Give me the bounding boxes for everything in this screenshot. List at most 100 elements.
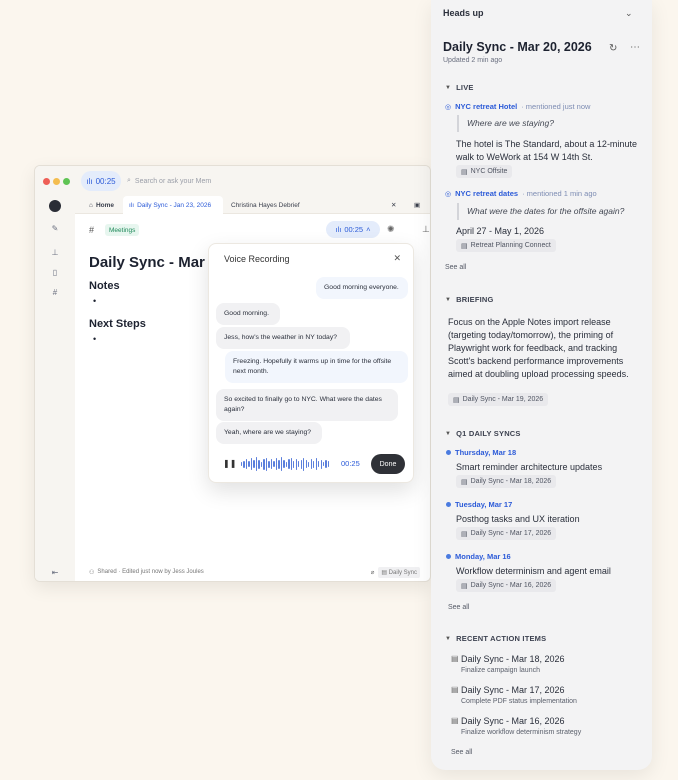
page-title[interactable]: Daily Sync - Mar 20 [89,254,226,271]
pause-icon[interactable]: ❚❚ [223,459,236,468]
source-chip-label: Daily Sync - Mar 19, 2026 [462,396,544,403]
waveform-bar [250,458,253,470]
timeline-dot [446,450,451,455]
recording-time: 00:25 [344,225,364,234]
document-icon: ▤ [451,685,459,694]
q1-section-toggle[interactable]: ▼ Q1 DAILY SYNCS [445,429,521,438]
source-chip[interactable]: ▤ Daily Sync - Mar 18, 2026 [456,475,557,488]
tab-label: Christina Hayes Debrief [231,201,300,209]
notes-bullet[interactable]: • [93,296,96,306]
tags-icon[interactable]: # [50,288,60,298]
source-chip[interactable]: ▤ NYC Offsite [456,165,513,178]
maximize-window-button[interactable] [63,178,70,185]
section-heading: BRIEFING [456,295,494,304]
sparkle-icon[interactable]: ✺ [387,224,395,235]
sidebar: ✎ ⊥ ▯ # ⇤ [35,196,75,581]
close-tab-icon[interactable]: ✕ [385,196,402,214]
mention-quote: What were the dates for the offsite agai… [457,203,642,220]
pin-icon[interactable]: ⊥ [422,224,430,235]
search-icon: ⌕ [127,177,131,184]
avatar[interactable] [49,200,61,212]
waveform-bar [245,459,248,469]
source-chip[interactable]: ▤ Retreat Planning Connect [456,239,556,252]
search-bar[interactable]: ⌕ Search or ask your Mem [127,172,427,190]
document-icon: ▤ [451,716,459,725]
document-icon: ▤ [461,168,468,176]
action-item-subtitle: Finalize workflow determinism strategy [461,729,582,736]
see-all-link[interactable]: See all [451,749,472,756]
message-bubble: Good morning. [216,303,280,325]
waveform-bar [293,460,295,468]
action-item-subtitle: Complete PDF status implementation [461,698,577,705]
action-item-title[interactable]: Daily Sync - Mar 17, 2026 [461,685,565,695]
sync-summary: Workflow determinism and agent email [456,566,611,576]
waveform-bar [315,458,317,470]
footer: ⚇ Shared · Edited just now by Jess Joule… [75,563,430,581]
recording-toggle[interactable]: ılı 00:25 ˄ [326,221,380,238]
waveform-bar [278,459,280,469]
waveform-bar [303,457,305,471]
recording-controls: ❚❚ 00:25 Done [219,452,405,476]
source-chip[interactable]: ▤ Daily Sync - Mar 17, 2026 [456,527,557,540]
more-icon[interactable]: ⋯ [630,42,640,53]
waveform-bar [310,459,312,469]
notes-heading[interactable]: Notes [89,280,120,292]
recording-indicator[interactable]: ılı 00:25 [81,171,121,191]
footer-chip[interactable]: ▤ Daily Sync [378,566,420,578]
tag-chip[interactable]: Meetings [105,224,140,236]
action-item-title[interactable]: Daily Sync - Mar 16, 2026 [461,716,565,726]
live-mention[interactable]: ◎ NYC retreat Hotel · mentioned just now [445,102,590,111]
attachment-icon[interactable]: ⌀ [371,569,375,576]
see-all-link[interactable]: See all [448,604,469,611]
mention-meta: · mentioned just now [521,102,591,111]
message-bubble: Good morning everyone. [316,277,408,299]
tab-christina-hayes[interactable]: Christina Hayes Debrief [225,196,306,214]
collections-icon[interactable]: ▯ [50,268,60,278]
sync-summary: Posthog tasks and UX iteration [456,514,580,524]
tab-label: Home [95,201,114,209]
waveform-bar [313,460,315,468]
next-steps-bullet[interactable]: • [93,334,96,344]
recording-time: 00:25 [95,176,116,186]
day-label: Tuesday, Mar 17 [455,500,513,509]
next-steps-heading[interactable]: Next Steps [89,318,146,330]
document-icon: ▤ [453,396,460,404]
tab-label: Daily Sync - Jan 23, 2026 [137,201,212,209]
refresh-icon[interactable]: ↻ [609,43,617,54]
pin-icon[interactable]: ⊥ [50,248,60,258]
done-button[interactable]: Done [371,454,405,474]
source-chip-label: Retreat Planning Connect [470,242,551,249]
live-mention[interactable]: ◎ NYC retreat dates · mentioned 1 min ag… [445,189,597,198]
waveform-bar [275,458,278,470]
waveform-bar [258,459,260,469]
close-icon[interactable]: ✕ [393,253,401,264]
close-window-button[interactable] [43,178,50,185]
source-chip[interactable]: ▤ Daily Sync - Mar 16, 2026 [456,579,557,592]
waveform-bar [263,458,265,470]
voice-recording-popup: Voice Recording ✕ Good morning everyone.… [208,243,414,483]
briefing-section-toggle[interactable]: ▼ BRIEFING [445,295,494,304]
document-icon: ▤ [461,478,468,486]
compose-icon[interactable]: ✎ [50,224,60,234]
briefing-text: Focus on the Apple Notes import release … [448,317,629,379]
source-chip[interactable]: ▤ Daily Sync - Mar 19, 2026 [448,393,549,406]
actions-section-toggle[interactable]: ▼ RECENT ACTION ITEMS [445,634,546,643]
chevron-up-icon: ˄ [366,225,371,234]
minimize-window-button[interactable] [53,178,60,185]
mention-title: NYC retreat Hotel [455,102,518,111]
see-all-link[interactable]: See all [445,264,466,271]
collapse-sidebar-icon[interactable]: ⇤ [50,568,60,578]
tab-home[interactable]: ⌂ Home [83,196,120,214]
action-item-subtitle: Finalize campaign launch [461,667,540,674]
sync-summary: Smart reminder architecture updates [456,462,603,472]
action-item-title[interactable]: Daily Sync - Mar 18, 2026 [461,654,565,664]
recording-time: 00:25 [341,459,360,468]
caret-down-icon: ▼ [445,635,452,642]
waveform-bar [265,457,268,471]
live-section-toggle[interactable]: ▼ LIVE [445,83,474,92]
split-view-icon[interactable]: ▣ [408,196,426,214]
chevron-down-icon[interactable]: ⌄ [625,8,633,19]
tab-daily-sync[interactable]: ılı Daily Sync - Jan 23, 2026 [123,196,223,214]
waveform-bar [243,460,245,468]
source-chip-label: NYC Offsite [470,168,508,175]
